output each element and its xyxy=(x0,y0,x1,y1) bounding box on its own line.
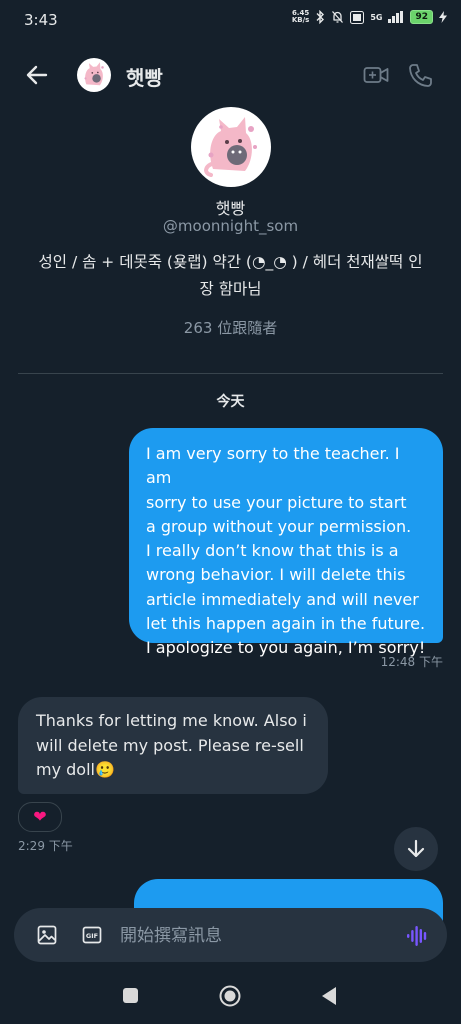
volte-icon xyxy=(350,10,365,24)
heart-reaction[interactable]: ❤ xyxy=(18,802,62,832)
message-bubble-outgoing[interactable]: I am very sorry to the teacher. I am sor… xyxy=(129,428,443,657)
message-line: let this happen again in the future. xyxy=(146,614,426,634)
profile-handle: @moonnight_som xyxy=(162,217,299,235)
message-timestamp: 2:29 下午 xyxy=(18,839,73,853)
arrow-down-icon xyxy=(407,839,425,858)
message-line: I really don’t know that this is a xyxy=(146,541,399,561)
status-time: 3:43 xyxy=(24,11,58,29)
voice-message-icon[interactable] xyxy=(406,925,430,947)
conversation-title[interactable]: 햇빵 xyxy=(126,62,163,91)
header-avatar[interactable] xyxy=(77,58,111,92)
home-button[interactable] xyxy=(219,985,241,1007)
day-separator: 今天 xyxy=(216,394,245,410)
gif-icon[interactable]: GIF xyxy=(82,925,102,945)
arrow-left-icon[interactable] xyxy=(24,62,50,88)
profile-name: 햇빵 xyxy=(215,199,246,218)
message-timestamp: 12:48 下午 xyxy=(380,655,443,669)
mute-bell-icon xyxy=(332,11,344,23)
message-line: a group without your permission. xyxy=(146,516,412,536)
message-line: I am very sorry to the teacher. I am xyxy=(146,444,400,488)
message-line: will delete my post. Please re-sell xyxy=(36,735,304,755)
message-line: my doll🥲 xyxy=(36,760,115,779)
nav-back-button[interactable] xyxy=(320,985,338,1007)
status-icons: 6.45 KB/s 5G 92 xyxy=(292,10,447,24)
profile-bio-line: 성인 / 솜 + 데못죽 (욪랩) 약간 (◔_◔ ) / 헤더 천재쌀떡 인 xyxy=(38,253,423,271)
profile-bio-line: 장 함마님 xyxy=(199,280,262,298)
message-line: Thanks for letting me know. Also i xyxy=(36,711,307,730)
network-type: 5G xyxy=(370,12,383,22)
svg-text:GIF: GIF xyxy=(86,932,98,940)
scroll-to-bottom-button[interactable] xyxy=(394,827,438,871)
message-line: wrong behavior. I will delete this xyxy=(146,565,406,585)
bluetooth-icon xyxy=(316,10,325,24)
message-bubble-incoming[interactable]: Thanks for letting me know. Also i will … xyxy=(18,697,328,794)
cat-avatar-icon xyxy=(84,62,104,86)
net-speed: 6.45 KB/s xyxy=(291,9,310,24)
message-line: sorry to use your picture to start xyxy=(146,492,407,512)
followers-count[interactable]: 263 位跟隨者 xyxy=(0,317,461,338)
cat-avatar-icon xyxy=(204,117,257,177)
message-input[interactable] xyxy=(112,924,398,948)
message-line: article immediately and will never xyxy=(146,589,419,609)
recent-apps-button[interactable] xyxy=(123,988,138,1003)
divider xyxy=(18,373,443,374)
image-icon[interactable] xyxy=(37,925,57,945)
signal-icon xyxy=(388,11,404,23)
profile-avatar[interactable] xyxy=(191,107,271,187)
phone-icon[interactable] xyxy=(407,62,433,88)
charging-bolt-icon xyxy=(439,11,447,23)
battery-indicator: 92 xyxy=(410,10,433,24)
profile-bio: 성인 / 솜 + 데못죽 (욪랩) 약간 (◔_◔ ) / 헤더 천재쌀떡 인 … xyxy=(30,249,431,303)
video-camera-icon[interactable] xyxy=(363,64,389,86)
